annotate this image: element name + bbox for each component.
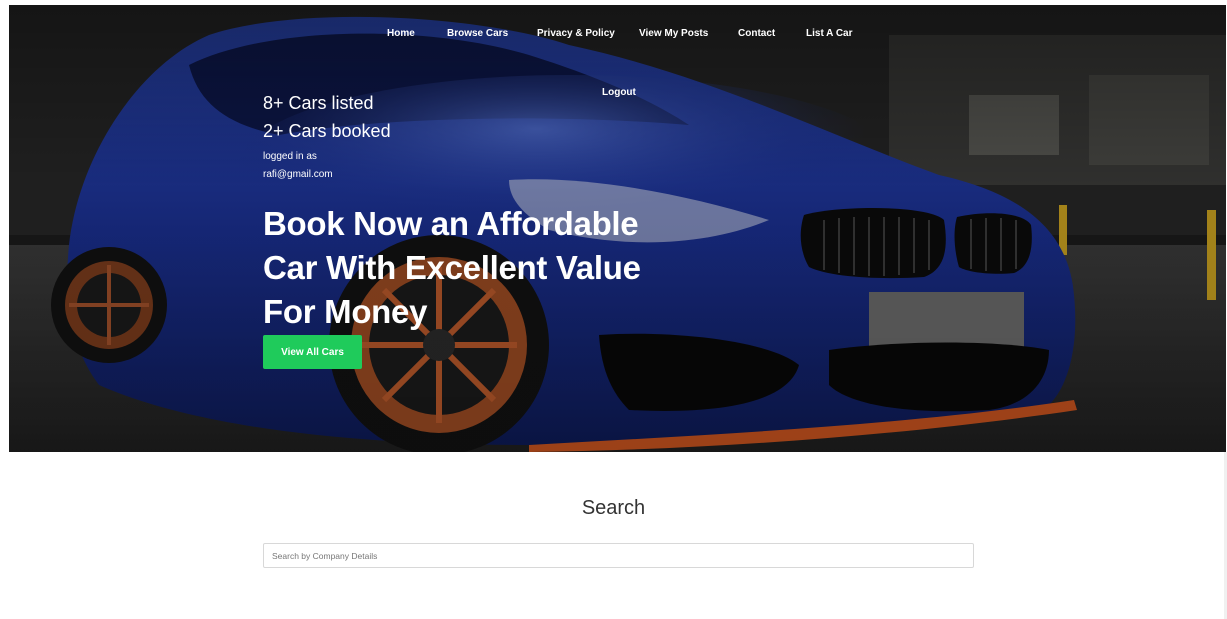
logout-link[interactable]: Logout	[602, 87, 636, 98]
main-nav: Home Browse Cars Privacy & Policy View M…	[9, 5, 1226, 105]
page: Home Browse Cars Privacy & Policy View M…	[0, 0, 1227, 619]
hero-banner: Home Browse Cars Privacy & Policy View M…	[9, 5, 1226, 452]
search-input[interactable]	[263, 543, 974, 568]
user-email: rafi@gmail.com	[263, 169, 333, 180]
logged-in-label: logged in as	[263, 151, 317, 162]
nav-item-browse-cars[interactable]: Browse Cars	[447, 28, 508, 39]
nav-item-view-my-posts[interactable]: View My Posts	[639, 28, 708, 39]
headline-line-2: Car With Excellent Value	[263, 249, 641, 286]
view-all-cars-button[interactable]: View All Cars	[263, 335, 362, 369]
cars-listed-count: 8+ Cars listed	[263, 93, 374, 113]
hero-headline: Book Now an Affordable Car With Excellen…	[263, 202, 683, 334]
nav-item-home[interactable]: Home	[387, 28, 415, 39]
nav-item-privacy-policy[interactable]: Privacy & Policy	[537, 28, 615, 39]
headline-line-1: Book Now an Affordable	[263, 205, 639, 242]
cars-booked-count: 2+ Cars booked	[263, 121, 391, 141]
nav-item-contact[interactable]: Contact	[738, 28, 775, 39]
nav-item-list-a-car[interactable]: List A Car	[806, 28, 853, 39]
search-title: Search	[581, 497, 646, 519]
user-stats: 8+ Cars listed 2+ Cars booked logged in …	[263, 89, 391, 184]
headline-line-3: For Money	[263, 293, 428, 330]
